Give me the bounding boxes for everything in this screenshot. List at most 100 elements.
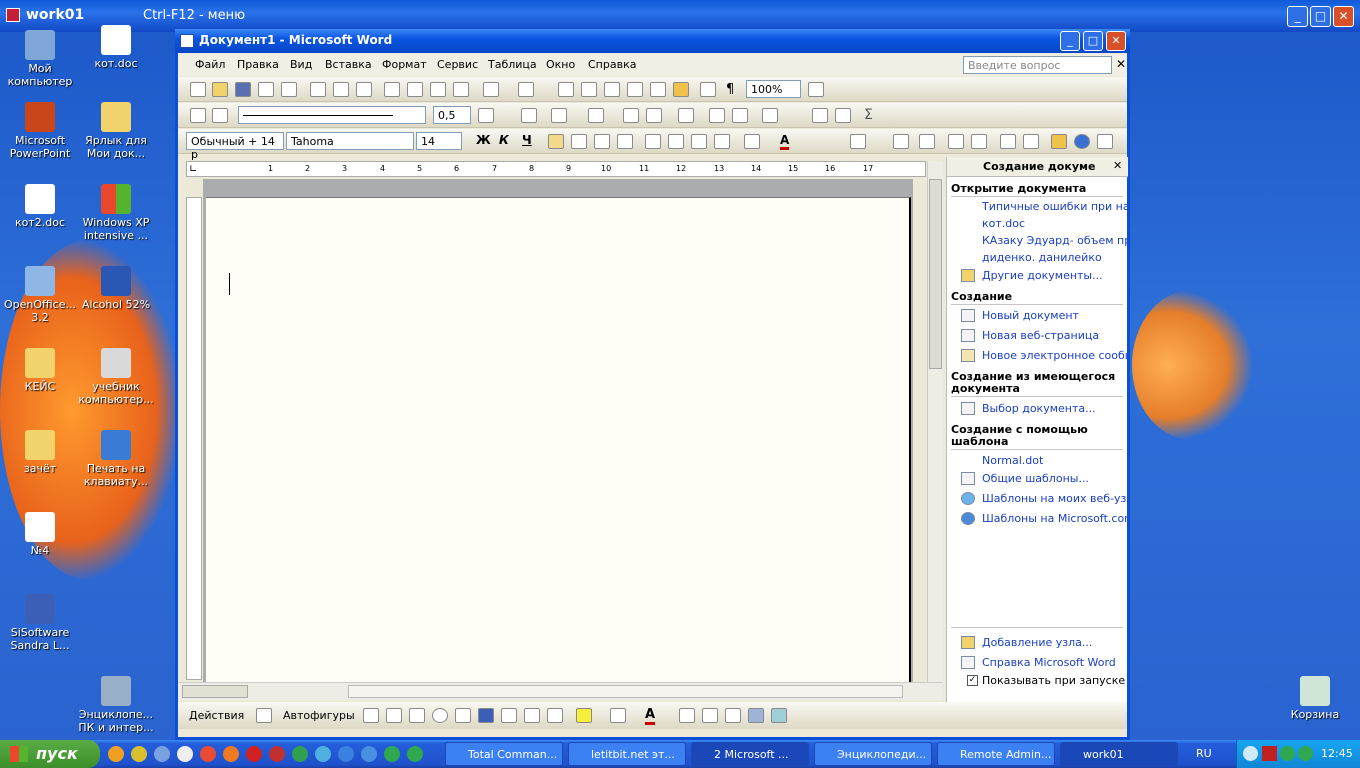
paste-icon[interactable] bbox=[430, 82, 446, 97]
cut-icon[interactable] bbox=[384, 82, 400, 97]
quicklaunch-chrome-icon[interactable] bbox=[200, 746, 216, 762]
select-objects-icon[interactable] bbox=[256, 708, 272, 723]
word-close-button[interactable]: ✕ bbox=[1106, 31, 1126, 51]
insert-table-icon[interactable] bbox=[604, 82, 620, 97]
undo-icon[interactable] bbox=[483, 82, 499, 97]
justify-icon[interactable] bbox=[617, 134, 633, 149]
permission-icon[interactable] bbox=[258, 82, 274, 97]
menu-insert[interactable]: Вставка bbox=[325, 58, 372, 71]
spelling-icon[interactable] bbox=[356, 82, 372, 97]
menu-window[interactable]: Окно bbox=[546, 58, 575, 71]
replace-icon[interactable] bbox=[971, 134, 987, 149]
choose-document-link[interactable]: Выбор документа... bbox=[982, 402, 1127, 415]
line-width-select[interactable]: 0,5 bbox=[433, 106, 471, 124]
desktop-icon-alcohol[interactable]: Alcohol 52% bbox=[76, 266, 156, 311]
ask-question-input[interactable]: Введите вопрос bbox=[963, 56, 1112, 74]
format-painter-icon[interactable] bbox=[453, 82, 469, 97]
hyperlink-icon[interactable] bbox=[558, 82, 574, 97]
task-encyclopedia[interactable]: Энциклопеди... bbox=[814, 742, 932, 766]
highlight-icon[interactable] bbox=[744, 134, 760, 149]
task-letitbit[interactable]: letitbit.net эт... bbox=[568, 742, 686, 766]
arrow-style-icon[interactable] bbox=[725, 708, 741, 723]
other-docs-link[interactable]: Другие документы... bbox=[982, 269, 1127, 282]
quicklaunch-flag-icon[interactable] bbox=[292, 746, 308, 762]
line-style-icon[interactable] bbox=[679, 708, 695, 723]
remote-minimize-button[interactable]: _ bbox=[1287, 6, 1308, 27]
scroll-thumb[interactable] bbox=[929, 179, 942, 369]
show-at-startup-checkbox[interactable]: ✓ bbox=[967, 675, 978, 686]
quicklaunch-cd-icon[interactable] bbox=[177, 746, 193, 762]
picture-icon[interactable] bbox=[547, 708, 563, 723]
align-icon[interactable] bbox=[678, 108, 694, 123]
autoformat-icon[interactable] bbox=[762, 108, 778, 123]
new-document-link[interactable]: Новый документ bbox=[982, 309, 1127, 322]
new-web-page-link[interactable]: Новая веб-страница bbox=[982, 329, 1127, 342]
menu-tools[interactable]: Сервис bbox=[437, 58, 478, 71]
horizontal-ruler[interactable]: ∟ 1 2 3 4 5 6 7 8 9 10 11 12 13 14 15 16… bbox=[186, 161, 926, 177]
print-icon[interactable] bbox=[310, 82, 326, 97]
word-help-link[interactable]: Справка Microsoft Word bbox=[982, 656, 1127, 669]
desktop-icon-zachet[interactable]: зачёт bbox=[0, 430, 80, 475]
increase-indent-icon[interactable] bbox=[714, 134, 730, 149]
quicklaunch-green-icon[interactable] bbox=[407, 746, 423, 762]
research-icon[interactable] bbox=[893, 134, 909, 149]
quicklaunch-alcohol-icon[interactable] bbox=[108, 746, 124, 762]
desktop-icon-recycle-bin[interactable]: Корзина bbox=[1275, 676, 1355, 721]
tab-selector-icon[interactable]: ∟ bbox=[189, 164, 197, 175]
tools-icon[interactable] bbox=[850, 134, 866, 149]
split-cells-icon[interactable] bbox=[646, 108, 662, 123]
oval-icon[interactable] bbox=[432, 708, 448, 723]
quicklaunch-msn-icon[interactable] bbox=[315, 746, 331, 762]
merge-cells-icon[interactable] bbox=[623, 108, 639, 123]
desktop-icon-n4[interactable]: №4 bbox=[0, 512, 80, 557]
font-size-select[interactable]: 14 bbox=[416, 132, 462, 150]
align-right-icon[interactable] bbox=[594, 134, 610, 149]
open-icon[interactable] bbox=[212, 82, 228, 97]
email-icon[interactable] bbox=[281, 82, 297, 97]
normal-dot-link[interactable]: Normal.dot bbox=[982, 454, 1127, 467]
general-templates-link[interactable]: Общие шаблоны... bbox=[982, 472, 1127, 485]
help-circle-icon[interactable] bbox=[1074, 134, 1090, 149]
quicklaunch-app-icon[interactable] bbox=[269, 746, 285, 762]
decrease-indent-icon[interactable] bbox=[691, 134, 707, 149]
show-formatting-icon[interactable]: ¶ bbox=[726, 82, 734, 97]
task-remote-admin[interactable]: Remote Admin... bbox=[937, 742, 1055, 766]
columns-icon[interactable] bbox=[650, 82, 666, 97]
numbering-icon[interactable] bbox=[645, 134, 661, 149]
desktop-icon-my-docs[interactable]: Ярлык для Мои док... bbox=[76, 102, 156, 160]
desktop-icon-my-computer[interactable]: Мой компьютер bbox=[0, 30, 80, 88]
line-color-icon[interactable] bbox=[610, 708, 626, 723]
task-pane-close-icon[interactable]: ✕ bbox=[1113, 159, 1122, 172]
desktop-icon-windows-xp[interactable]: Windows XP intensive ... bbox=[76, 184, 156, 242]
autoshapes-menu[interactable]: Автофигуры bbox=[283, 709, 355, 722]
insert-table-icon-2[interactable] bbox=[588, 108, 604, 123]
task-pane-title[interactable]: Создание докуме bbox=[983, 160, 1095, 173]
vertical-ruler[interactable] bbox=[186, 197, 202, 680]
desktop-icon-sisoftware[interactable]: SiSoftware Sandra L... bbox=[0, 594, 80, 652]
border-color-icon[interactable] bbox=[478, 108, 494, 123]
word-maximize-button[interactable]: □ bbox=[1083, 31, 1103, 51]
view-buttons[interactable] bbox=[182, 685, 248, 698]
style-select[interactable]: Обычный + 14 р bbox=[186, 132, 284, 161]
document-map-icon[interactable] bbox=[700, 82, 716, 97]
start-button[interactable]: пуск bbox=[0, 740, 100, 768]
bold-button[interactable]: Ж bbox=[476, 133, 491, 147]
lock-icon[interactable] bbox=[1051, 134, 1067, 149]
align-left-icon[interactable] bbox=[548, 134, 564, 149]
border-icon[interactable] bbox=[521, 108, 537, 123]
add-site-link[interactable]: Добавление узла... bbox=[982, 636, 1127, 649]
bullets-icon[interactable] bbox=[668, 134, 684, 149]
desktop-icon-textbook[interactable]: учебник компьютер... bbox=[76, 348, 156, 406]
help-icon[interactable] bbox=[808, 82, 824, 97]
diagram-icon[interactable] bbox=[501, 708, 517, 723]
desktop-icon-kot-doc[interactable]: кот.doc bbox=[76, 25, 156, 70]
web-sites-templates-link[interactable]: Шаблоны на моих веб-узлах bbox=[982, 492, 1127, 505]
word-minimize-button[interactable]: _ bbox=[1060, 31, 1080, 51]
autosum-icon[interactable]: Σ bbox=[864, 107, 873, 123]
shading-icon[interactable] bbox=[551, 108, 567, 123]
task-microsoft-word[interactable]: 2 Microsoft ... bbox=[691, 742, 809, 766]
menu-file[interactable]: Файл bbox=[195, 58, 225, 71]
remote-close-button[interactable]: ✕ bbox=[1333, 6, 1354, 27]
check-icon[interactable] bbox=[1097, 134, 1113, 149]
quicklaunch-utorrent-icon[interactable] bbox=[384, 746, 400, 762]
